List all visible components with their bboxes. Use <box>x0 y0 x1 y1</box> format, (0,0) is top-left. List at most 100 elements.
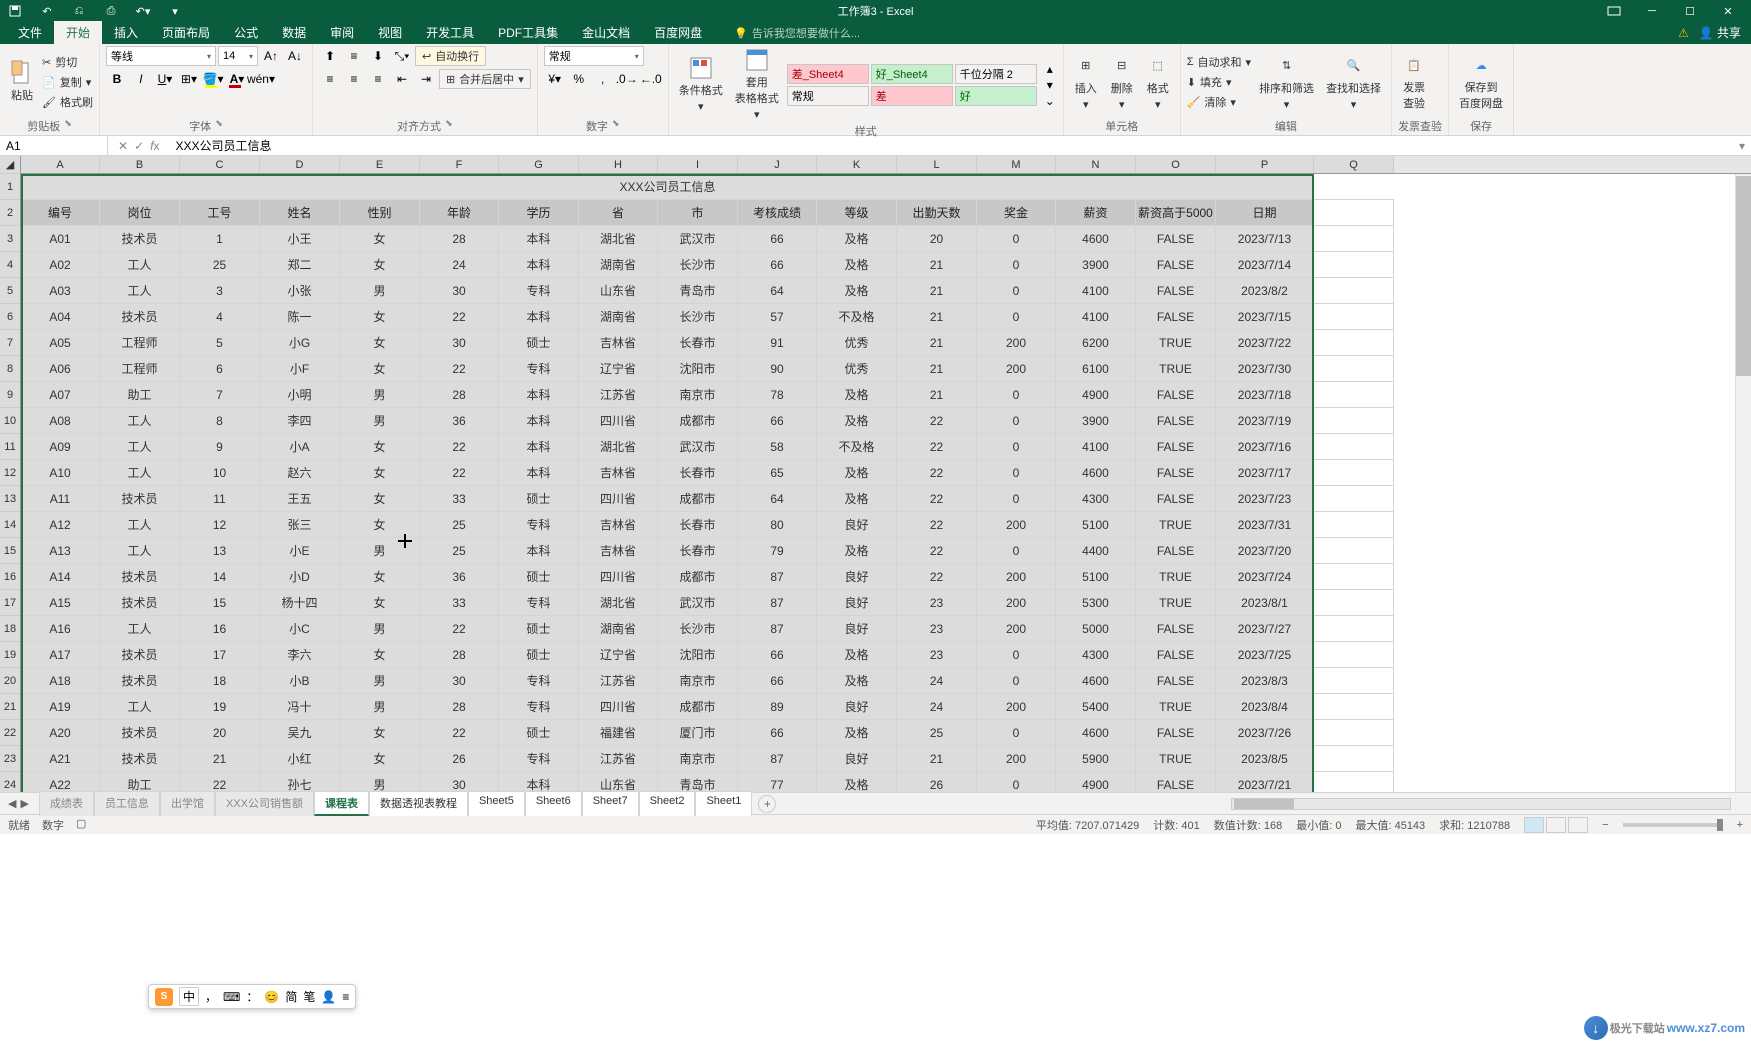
data-cell[interactable]: 李四 <box>260 408 340 434</box>
data-cell[interactable]: 长沙市 <box>658 252 738 278</box>
sheet-tab[interactable]: XXX公司销售额 <box>215 791 314 816</box>
cancel-formula-icon[interactable]: ✕ <box>118 139 128 153</box>
data-cell[interactable]: 0 <box>977 720 1056 746</box>
data-cell[interactable]: 及格 <box>817 642 897 668</box>
row-header-2[interactable]: 2 <box>0 200 20 226</box>
font-launcher-icon[interactable]: ⬊ <box>215 118 223 134</box>
data-cell[interactable]: 辽宁省 <box>579 642 658 668</box>
data-cell[interactable]: TRUE <box>1136 590 1216 616</box>
sheet-tab[interactable]: 员工信息 <box>94 791 160 816</box>
fx-icon[interactable]: fx <box>150 139 159 153</box>
data-cell[interactable]: 90 <box>738 356 817 382</box>
row-header-11[interactable]: 11 <box>0 434 20 460</box>
align-bottom-icon[interactable]: ⬇ <box>367 46 389 66</box>
italic-button[interactable]: I <box>130 69 152 89</box>
ime-settings-icon[interactable]: ≡ <box>342 990 349 1004</box>
data-cell[interactable]: 25 <box>180 252 260 278</box>
paste-button[interactable]: 粘贴 <box>6 59 38 105</box>
data-cell[interactable]: 工程师 <box>100 356 180 382</box>
row-header-6[interactable]: 6 <box>0 304 20 330</box>
redo-icon[interactable]: ⎌ <box>72 4 86 18</box>
data-cell[interactable]: 小红 <box>260 746 340 772</box>
data-cell[interactable]: A18 <box>21 668 100 694</box>
data-cell[interactable]: A15 <box>21 590 100 616</box>
data-cell[interactable]: 及格 <box>817 408 897 434</box>
data-cell[interactable]: 5900 <box>1056 746 1136 772</box>
zoom-in-icon[interactable]: + <box>1737 819 1743 831</box>
data-cell[interactable]: 36 <box>420 408 499 434</box>
data-cell[interactable]: 30 <box>420 330 499 356</box>
data-cell[interactable]: 22 <box>420 434 499 460</box>
ribbon-options-icon[interactable] <box>1595 0 1633 22</box>
data-cell[interactable]: 3900 <box>1056 252 1136 278</box>
ime-toolbar[interactable]: S 中 ， ⌨ ： 😊 简 笔 👤 ≡ <box>148 984 356 1009</box>
row-header-12[interactable]: 12 <box>0 460 20 486</box>
data-cell[interactable]: A13 <box>21 538 100 564</box>
header-cell[interactable]: 市 <box>658 200 738 226</box>
data-cell[interactable]: 长沙市 <box>658 616 738 642</box>
data-cell[interactable]: 5100 <box>1056 512 1136 538</box>
data-cell[interactable]: A17 <box>21 642 100 668</box>
data-cell[interactable]: FALSE <box>1136 460 1216 486</box>
data-cell[interactable]: 22 <box>897 434 977 460</box>
data-cell[interactable]: 0 <box>977 538 1056 564</box>
style-good-sheet4[interactable]: 好_Sheet4 <box>871 64 953 84</box>
row-header-18[interactable]: 18 <box>0 616 20 642</box>
style-more-icon[interactable]: ⌄ <box>1043 94 1057 108</box>
data-cell[interactable]: 技术员 <box>100 486 180 512</box>
col-header-J[interactable]: J <box>738 156 817 173</box>
tab-formulas[interactable]: 公式 <box>222 21 270 44</box>
data-cell[interactable]: 及格 <box>817 720 897 746</box>
fill-button[interactable]: ⬇ 填充 ▾ <box>1187 73 1251 91</box>
data-cell[interactable]: 成都市 <box>658 486 738 512</box>
header-cell[interactable]: 工号 <box>180 200 260 226</box>
data-cell[interactable]: 77 <box>738 772 817 792</box>
data-cell[interactable]: 4600 <box>1056 226 1136 252</box>
invoice-check-button[interactable]: 📋发票 查验 <box>1398 51 1430 113</box>
data-cell[interactable]: 女 <box>340 434 420 460</box>
data-cell[interactable]: 沈阳市 <box>658 356 738 382</box>
data-cell[interactable]: 工人 <box>100 278 180 304</box>
data-cell[interactable]: 山东省 <box>579 278 658 304</box>
data-cell[interactable]: 技术员 <box>100 720 180 746</box>
data-cell[interactable]: 66 <box>738 226 817 252</box>
data-cell[interactable]: 64 <box>738 486 817 512</box>
data-cell[interactable]: 南京市 <box>658 668 738 694</box>
header-cell[interactable]: 编号 <box>21 200 100 226</box>
data-cell[interactable]: 22 <box>897 512 977 538</box>
data-cell[interactable]: 22 <box>897 538 977 564</box>
font-name-combo[interactable]: 等线▾ <box>106 46 216 66</box>
data-cell[interactable]: 南京市 <box>658 746 738 772</box>
data-cell[interactable]: 专科 <box>499 512 579 538</box>
alignment-launcher-icon[interactable]: ⬊ <box>445 118 453 134</box>
data-cell[interactable]: 36 <box>420 564 499 590</box>
header-cell[interactable]: 薪资高于5000 <box>1136 200 1216 226</box>
data-cell[interactable]: 21 <box>897 746 977 772</box>
data-cell[interactable]: 4 <box>180 304 260 330</box>
data-cell[interactable]: 4300 <box>1056 642 1136 668</box>
data-cell[interactable]: 专科 <box>499 278 579 304</box>
data-cell[interactable]: 本科 <box>499 408 579 434</box>
data-cell[interactable]: 2023/7/21 <box>1216 772 1314 792</box>
data-cell[interactable]: TRUE <box>1136 356 1216 382</box>
data-cell[interactable]: 21 <box>180 746 260 772</box>
save-icon[interactable] <box>8 4 22 18</box>
data-cell[interactable]: 21 <box>897 304 977 330</box>
data-cell[interactable]: 200 <box>977 746 1056 772</box>
data-cell[interactable]: 200 <box>977 694 1056 720</box>
data-cell[interactable]: 女 <box>340 486 420 512</box>
data-cell[interactable]: 23 <box>897 590 977 616</box>
row-header-1[interactable]: 1 <box>0 174 20 200</box>
data-cell[interactable]: 技术员 <box>100 564 180 590</box>
col-header-A[interactable]: A <box>21 156 100 173</box>
data-cell[interactable]: 工人 <box>100 512 180 538</box>
data-cell[interactable]: 湖南省 <box>579 304 658 330</box>
data-cell[interactable]: 33 <box>420 590 499 616</box>
data-cell[interactable]: 女 <box>340 330 420 356</box>
increase-font-icon[interactable]: A↑ <box>260 46 282 66</box>
comma-format-icon[interactable]: , <box>592 69 614 89</box>
data-cell[interactable]: 专科 <box>499 746 579 772</box>
data-cell[interactable]: 本科 <box>499 304 579 330</box>
data-cell[interactable]: 8 <box>180 408 260 434</box>
data-cell[interactable]: 200 <box>977 616 1056 642</box>
